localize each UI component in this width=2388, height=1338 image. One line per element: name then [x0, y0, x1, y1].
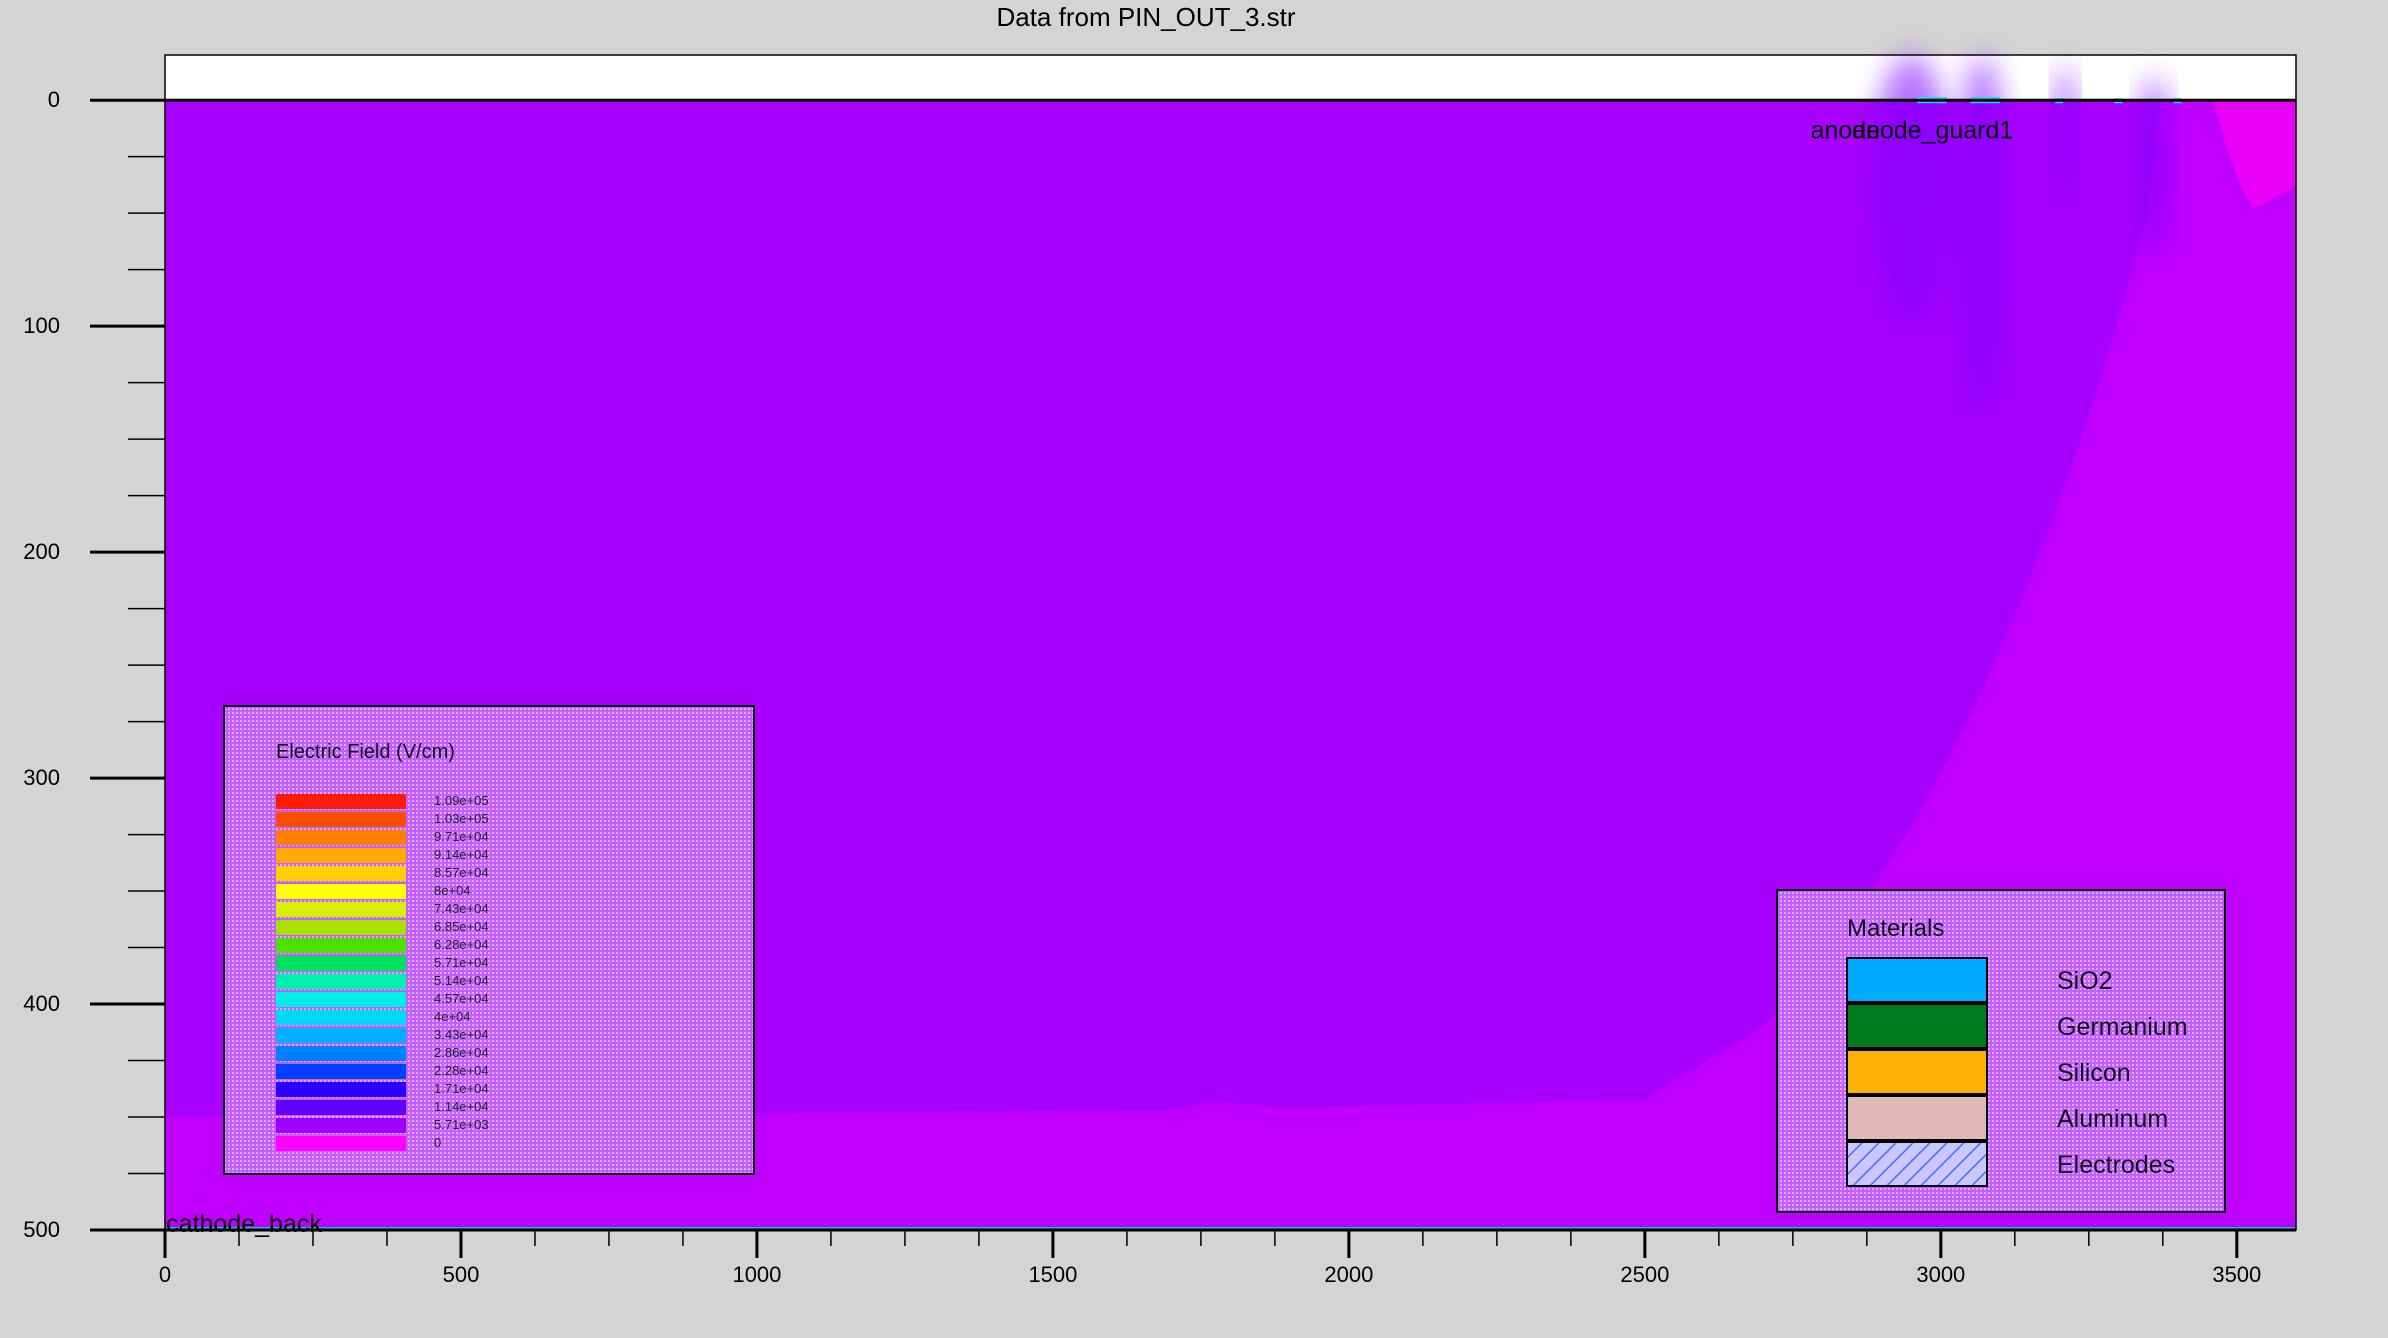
plot-canvas: 0 500 1000 1500 2000 2500 3000 3500 0 100 200 300 40…: [23, 54, 2297, 1287]
electrode-label: cathode_back: [166, 1210, 322, 1238]
field-contour: [1955, 55, 2009, 417]
field-legend-level: 1.71e+04: [434, 1081, 489, 1096]
x-tick-label: 0: [159, 1262, 171, 1287]
material-label: Electrodes: [2057, 1151, 2175, 1179]
material-label: Aluminum: [2057, 1105, 2168, 1133]
field-legend-level: 6.28e+04: [434, 937, 489, 952]
field-legend-title: Electric Field (V/cm): [276, 741, 455, 763]
material-swatch: [1846, 1141, 1988, 1187]
material-swatch: [1846, 1003, 1988, 1049]
field-legend-level: 2.28e+04: [434, 1063, 489, 1078]
x-tick-label: 1000: [732, 1262, 781, 1287]
field-contour: [1869, 55, 1953, 327]
field-legend-swatch: [276, 848, 406, 863]
y-tick-label: 100: [23, 313, 60, 338]
material-swatch: [1846, 1095, 1988, 1141]
field-legend-swatch: [276, 992, 406, 1007]
field-legend-level: 5.71e+04: [434, 955, 489, 970]
field-legend-level: 9.14e+04: [434, 847, 489, 862]
field-legend-swatch: [276, 830, 406, 845]
field-legend-level: 4e+04: [434, 1009, 471, 1024]
field-legend-swatch: [276, 794, 406, 809]
field-legend-swatch: [276, 1028, 406, 1043]
material-swatch: [1846, 957, 1988, 1003]
field-legend-swatch: [276, 974, 406, 989]
material-label: SiO2: [2057, 967, 2113, 995]
field-legend-swatch: [276, 1136, 406, 1151]
materials-legend-title: Materials: [1847, 915, 1944, 942]
field-legend-swatch: [276, 1082, 406, 1097]
field-legend-level: 8.57e+04: [434, 865, 489, 880]
device-plot: Data from PIN_OUT_3.str 0 500 1000 1500 2000…: [0, 0, 2388, 1338]
field-legend-level: 7.43e+04: [434, 901, 489, 916]
y-tick-label: 0: [48, 87, 60, 112]
y-tick-label: 500: [23, 1217, 60, 1242]
field-legend-level: 4.57e+04: [434, 991, 489, 1006]
field-legend-level: 1.09e+05: [434, 793, 489, 808]
field-legend-level: 2.86e+04: [434, 1045, 489, 1060]
field-legend-swatch: [276, 1010, 406, 1025]
field-legend-swatch: [276, 1118, 406, 1133]
field-legend-level: 8e+04: [434, 883, 471, 898]
field-legend-swatch: [276, 866, 406, 881]
x-tick-label: 2500: [1620, 1262, 1669, 1287]
field-legend-swatch: [276, 920, 406, 935]
y-tick-label: 400: [23, 991, 60, 1016]
field-legend-level: 5.71e+03: [434, 1117, 489, 1132]
field-legend-level: 5.14e+04: [434, 973, 489, 988]
field-legend-swatch: [276, 1064, 406, 1079]
y-tick-label: 200: [23, 539, 60, 564]
y-tick-label: 300: [23, 765, 60, 790]
x-tick-label: 500: [443, 1262, 480, 1287]
material-label: Silicon: [2057, 1059, 2131, 1087]
field-legend-level: 1.03e+05: [434, 811, 489, 826]
field-legend-level: 9.71e+04: [434, 829, 489, 844]
field-legend-swatch: [276, 902, 406, 917]
electrode-label: anode_guard1: [1852, 117, 2013, 145]
field-contour: [2053, 66, 2077, 202]
x-tick-label: 3500: [2212, 1262, 2261, 1287]
field-contour: [2136, 77, 2172, 259]
field-legend-swatch: [276, 812, 406, 827]
field-legend-level: 1.14e+04: [434, 1099, 489, 1114]
field-legend-level: 0: [434, 1135, 441, 1150]
x-tick-label: 2000: [1324, 1262, 1373, 1287]
x-tick-label: 1500: [1028, 1262, 1077, 1287]
field-legend-swatch: [276, 1046, 406, 1061]
field-legend-level: 3.43e+04: [434, 1027, 489, 1042]
field-legend-level: 6.85e+04: [434, 919, 489, 934]
field-legend-swatch: [276, 938, 406, 953]
material-label: Germanium: [2057, 1013, 2188, 1041]
material-swatch: [1846, 1049, 1988, 1095]
field-legend-swatch: [276, 1100, 406, 1115]
x-tick-label: 3000: [1916, 1262, 1965, 1287]
field-legend-swatch: [276, 884, 406, 899]
field-legend-swatch: [276, 956, 406, 971]
